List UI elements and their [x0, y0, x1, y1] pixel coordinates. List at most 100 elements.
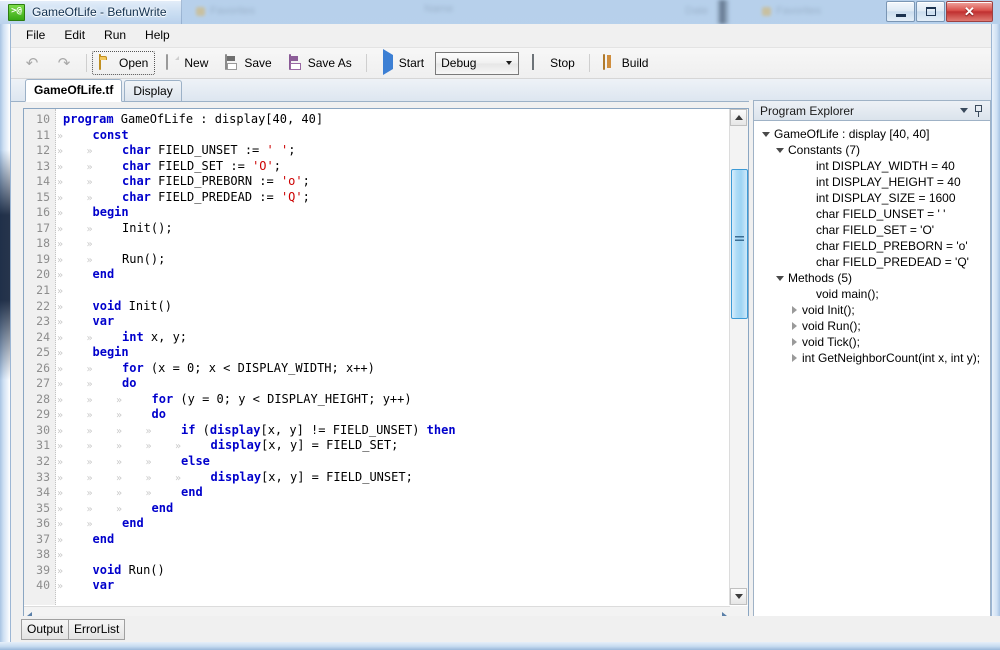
- indent-guide-icon: »: [87, 424, 93, 440]
- code-line: 16»begin: [24, 205, 730, 221]
- code-text: begin: [93, 345, 129, 361]
- indent-guide-icon: »: [87, 455, 93, 471]
- code-text: char FIELD_UNSET := ' ';: [122, 143, 295, 159]
- build-button[interactable]: Build: [595, 51, 656, 75]
- tree-item[interactable]: char FIELD_PREDEAD = 'Q': [754, 254, 990, 270]
- line-number: 26: [24, 361, 50, 377]
- client-area: File Edit Run Help ↶ ↷ Open New: [10, 24, 992, 642]
- code-line: 25»begin: [24, 345, 730, 361]
- expand-collapse-open-icon[interactable]: [774, 270, 786, 286]
- tab-errorlist[interactable]: ErrorList: [68, 619, 125, 640]
- open-button[interactable]: Open: [92, 51, 155, 75]
- tree-item-label: char FIELD_SET = 'O': [816, 222, 934, 238]
- line-number: 39: [24, 563, 50, 579]
- play-icon: [379, 55, 395, 71]
- close-button[interactable]: ✕: [946, 1, 993, 22]
- expand-collapse-closed-icon[interactable]: [788, 334, 800, 350]
- tab-gameoflife-tf[interactable]: GameOfLife.tf: [25, 79, 122, 102]
- indent-guide-icon: »: [87, 222, 93, 238]
- line-number: 23: [24, 314, 50, 330]
- tab-display[interactable]: Display: [124, 80, 181, 101]
- code-text: for (y = 0; y < DISPLAY_HEIGHT; y++): [152, 392, 412, 408]
- toolbar-separator-1: [86, 54, 87, 72]
- code-line: 37»end: [24, 532, 730, 548]
- line-number: 12: [24, 143, 50, 159]
- save-as-button[interactable]: Save As: [281, 51, 359, 75]
- indent-guide-icon: »: [116, 393, 122, 409]
- panel-pin-button[interactable]: [971, 103, 986, 118]
- vertical-scrollbar-thumb[interactable]: [731, 169, 748, 319]
- tree-item[interactable]: Constants (7): [754, 142, 990, 158]
- line-number: 21: [24, 283, 50, 299]
- stop-button[interactable]: Stop: [523, 51, 582, 75]
- indent-guide-icon: »: [57, 455, 63, 471]
- indent-guide-icon: »: [57, 206, 63, 222]
- panel-menu-button[interactable]: [956, 103, 971, 118]
- undo-button[interactable]: ↶: [17, 51, 47, 75]
- code-editor-viewport[interactable]: 10program GameOfLife : display[40, 40]11…: [24, 109, 730, 605]
- indent-guide-icon: »: [57, 253, 63, 269]
- expand-collapse-open-icon[interactable]: [760, 126, 772, 142]
- save-as-disk-icon: [288, 55, 304, 71]
- chevron-down-icon: [960, 108, 968, 113]
- menu-item-file[interactable]: File: [17, 25, 54, 46]
- new-button[interactable]: New: [157, 51, 215, 75]
- code-text: char FIELD_PREBORN := 'o';: [122, 174, 310, 190]
- tree-item[interactable]: Methods (5): [754, 270, 990, 286]
- indent-guide-icon: »: [57, 362, 63, 378]
- code-line: 14»»char FIELD_PREBORN := 'o';: [24, 174, 730, 190]
- indent-guide-icon: »: [146, 439, 152, 455]
- menu-item-run[interactable]: Run: [95, 25, 135, 46]
- line-number: 31: [24, 438, 50, 454]
- build-configuration-select[interactable]: Debug: [435, 52, 519, 75]
- code-text: end: [93, 532, 115, 548]
- tab-output[interactable]: Output: [21, 619, 69, 640]
- scroll-up-button[interactable]: [730, 109, 747, 126]
- expand-collapse-closed-icon[interactable]: [788, 302, 800, 318]
- indent-guide-icon: »: [87, 502, 93, 518]
- indent-guide-icon: »: [146, 455, 152, 471]
- minimize-button[interactable]: [886, 1, 915, 22]
- scroll-down-button[interactable]: [730, 588, 747, 605]
- tree-item-label: Constants (7): [788, 142, 860, 158]
- expand-collapse-open-icon[interactable]: [774, 142, 786, 158]
- tree-item[interactable]: char FIELD_UNSET = ' ': [754, 206, 990, 222]
- tree-item-label: Methods (5): [788, 270, 852, 286]
- tree-item[interactable]: int DISPLAY_HEIGHT = 40: [754, 174, 990, 190]
- start-button[interactable]: Start: [372, 51, 431, 75]
- main-split-container: 10program GameOfLife : display[40, 40]11…: [11, 100, 991, 618]
- menu-item-edit[interactable]: Edit: [55, 25, 94, 46]
- maximize-button[interactable]: [916, 1, 945, 22]
- close-icon: ✕: [964, 5, 975, 18]
- indent-guide-icon: »: [146, 471, 152, 487]
- indent-guide-icon: »: [57, 393, 63, 409]
- code-line: 15»»char FIELD_PREDEAD := 'Q';: [24, 190, 730, 206]
- tree-item[interactable]: char FIELD_SET = 'O': [754, 222, 990, 238]
- tree-item[interactable]: void Run();: [754, 318, 990, 334]
- indent-guide-icon: »: [57, 564, 63, 580]
- befunwrite-app-icon: >@: [8, 4, 25, 21]
- tree-item[interactable]: char FIELD_PREBORN = 'o': [754, 238, 990, 254]
- expand-collapse-closed-icon[interactable]: [788, 318, 800, 334]
- build-configuration-value: Debug: [436, 56, 476, 70]
- indent-guide-icon: »: [57, 129, 63, 145]
- tree-item[interactable]: int DISPLAY_WIDTH = 40: [754, 158, 990, 174]
- tree-item[interactable]: GameOfLife : display [40, 40]: [754, 126, 990, 142]
- editor-vertical-scrollbar[interactable]: [729, 109, 748, 605]
- program-explorer-tree[interactable]: GameOfLife : display [40, 40]Constants (…: [753, 120, 991, 618]
- save-button[interactable]: Save: [217, 51, 278, 75]
- menu-item-help[interactable]: Help: [136, 25, 179, 46]
- expand-collapse-closed-icon[interactable]: [788, 350, 800, 366]
- redo-button[interactable]: ↷: [49, 51, 79, 75]
- tree-item-label: int DISPLAY_HEIGHT = 40: [816, 174, 961, 190]
- tree-item[interactable]: void main();: [754, 286, 990, 302]
- tree-item[interactable]: void Init();: [754, 302, 990, 318]
- tree-item[interactable]: int GetNeighborCount(int x, int y);: [754, 350, 990, 366]
- tree-item[interactable]: int DISPLAY_SIZE = 1600: [754, 190, 990, 206]
- title-bar[interactable]: >@ GameOfLife - BefunWrite ✕: [0, 0, 1000, 24]
- code-text: void Init(): [93, 299, 172, 315]
- indent-guide-icon: »: [116, 424, 122, 440]
- program-explorer-title: Program Explorer: [760, 104, 956, 118]
- tree-item-label: int GetNeighborCount(int x, int y);: [802, 350, 980, 366]
- tree-item[interactable]: void Tick();: [754, 334, 990, 350]
